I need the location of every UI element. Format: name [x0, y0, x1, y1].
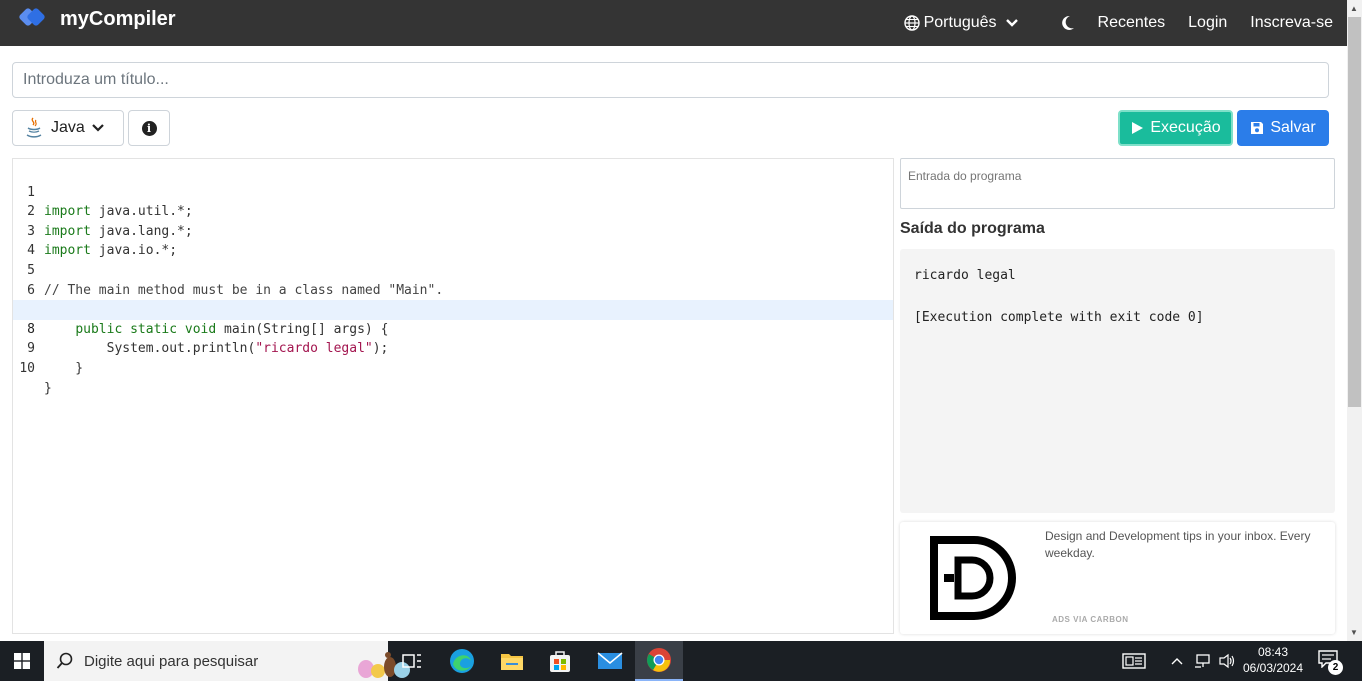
clock-time: 08:43 — [1257, 645, 1289, 659]
network-icon[interactable] — [1194, 653, 1212, 669]
ad-logo-icon — [930, 536, 1016, 620]
recent-link[interactable]: Recentes — [1098, 14, 1166, 32]
clock-date: 06/03/2024 — [1242, 661, 1304, 675]
language-select[interactable]: Java — [12, 110, 124, 146]
code-line[interactable]: 9 } — [13, 320, 893, 376]
floppy-disk-icon — [1251, 122, 1264, 134]
output-title: Saída do programa — [900, 220, 1045, 237]
notification-center[interactable]: 2 — [1318, 650, 1344, 676]
globe-icon — [903, 15, 920, 31]
line-number: 10 — [19, 360, 35, 376]
info-icon: i — [141, 120, 157, 136]
page-scrollbar[interactable]: ▲ ▼ — [1347, 0, 1362, 641]
microsoft-store-icon[interactable] — [536, 641, 584, 681]
code-line[interactable]: 1 import java.util.*; — [13, 163, 893, 220]
windows-taskbar: Digite aqui para pesquisar 08:43 06/03/2… — [0, 641, 1362, 681]
brand[interactable]: myCompiler — [18, 6, 176, 32]
language-select-label: Java — [51, 119, 85, 136]
chevron-up-icon[interactable] — [1170, 656, 1184, 666]
title-input[interactable] — [12, 62, 1329, 98]
chevron-down-icon — [1005, 19, 1018, 27]
code-line[interactable]: 7 public static void main(String[] args)… — [13, 281, 893, 337]
brand-name: myCompiler — [60, 7, 176, 30]
carbon-ad[interactable]: Design and Development tips in your inbo… — [900, 522, 1335, 634]
search-icon — [56, 652, 73, 669]
play-icon — [1132, 122, 1144, 134]
edge-browser-icon[interactable] — [438, 641, 486, 681]
dark-mode-toggle[interactable] — [1061, 15, 1075, 31]
system-tray — [1170, 641, 1236, 681]
language-dropdown[interactable]: Português — [903, 14, 1023, 32]
program-input[interactable] — [900, 158, 1335, 209]
code-line[interactable]: 3 import java.io.*; — [13, 202, 893, 259]
code-editor[interactable]: 1 import java.util.*; 2 import java.lang… — [12, 158, 894, 634]
code-text: } — [44, 360, 84, 376]
mail-icon[interactable] — [586, 641, 634, 681]
code-line[interactable]: 6 class Main { — [13, 261, 893, 318]
notification-badge: 2 — [1328, 660, 1343, 675]
ad-text[interactable]: Design and Development tips in your inbo… — [1045, 528, 1325, 562]
task-view-icon[interactable] — [388, 641, 436, 681]
code-text: } — [44, 380, 52, 396]
ad-via-label[interactable]: ADS VIA CARBON — [1052, 615, 1128, 624]
taskbar-search[interactable]: Digite aqui para pesquisar — [44, 641, 410, 681]
news-widget-icon[interactable] — [1110, 641, 1158, 681]
language-label: Português — [923, 14, 997, 31]
code-line-active[interactable]: 8 System.out.println("ricardo legal"); — [13, 300, 893, 356]
run-label: Execução — [1150, 119, 1221, 136]
taskbar-clock[interactable]: 08:43 06/03/2024 — [1240, 644, 1306, 676]
code-line[interactable]: 5 // The main method must be in a class … — [13, 241, 893, 298]
scrollbar-thumb[interactable] — [1348, 17, 1361, 407]
start-button[interactable] — [0, 641, 44, 681]
save-label: Salvar — [1270, 119, 1316, 136]
scroll-up-icon[interactable]: ▲ — [1350, 4, 1358, 13]
login-link[interactable]: Login — [1188, 14, 1227, 32]
chevron-down-icon — [92, 124, 104, 132]
top-navbar: myCompiler Português Recentes Login Insc… — [0, 0, 1347, 46]
mycompiler-logo-icon — [19, 8, 45, 26]
volume-icon[interactable] — [1218, 653, 1236, 669]
java-icon — [26, 117, 42, 138]
moon-icon — [1061, 15, 1074, 30]
signup-link[interactable]: Inscreva-se — [1250, 14, 1333, 32]
code-line[interactable]: 10 } — [13, 339, 893, 396]
file-explorer-icon[interactable] — [488, 641, 536, 681]
chrome-icon[interactable] — [635, 641, 683, 681]
info-button[interactable]: i — [128, 110, 170, 146]
scroll-down-icon[interactable]: ▼ — [1350, 628, 1358, 637]
program-output: ricardo legal [Execution complete with e… — [900, 249, 1335, 513]
save-button[interactable]: Salvar — [1237, 110, 1329, 146]
code-line[interactable]: 4 — [13, 222, 893, 258]
code-line[interactable]: 2 import java.lang.*; — [13, 183, 893, 239]
windows-logo-icon — [14, 653, 30, 669]
search-placeholder: Digite aqui para pesquisar — [84, 652, 259, 670]
run-button[interactable]: Execução — [1118, 110, 1233, 146]
